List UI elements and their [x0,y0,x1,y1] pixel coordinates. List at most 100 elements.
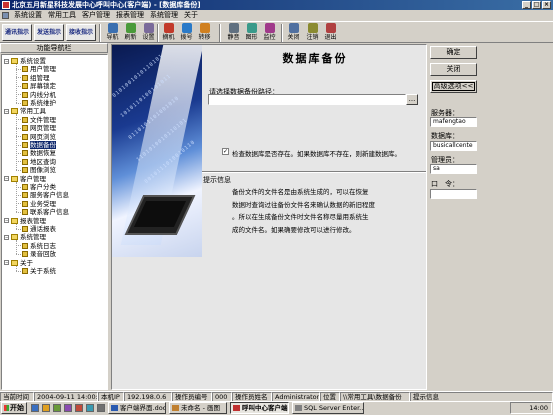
toolbar-button[interactable]: 监控 [261,23,278,43]
minimize-button[interactable]: _ [522,1,531,9]
tree-item[interactable]: 地区查询 [16,158,56,166]
toolbar-button[interactable]: 转移 [196,23,213,43]
mail-quicklaunch-icon[interactable] [64,404,72,412]
toolbar-button[interactable]: 注销 [304,23,321,43]
monitor-icon [264,23,275,33]
send-indicator-button[interactable]: 发送指示 [34,24,64,41]
tree-item[interactable]: 客户分类 [16,183,56,191]
toolbar-separator [99,24,101,42]
menu-report-management[interactable]: 报表管理 [113,10,147,20]
tree-item[interactable]: 系统日志 [16,242,56,250]
app-quicklaunch-icon[interactable] [86,404,94,412]
tree-item[interactable]: 数据备份 [16,141,56,149]
tree-item[interactable]: 关于系统 [16,267,56,275]
nav-tree[interactable]: − 系统设置 用户管理 组管理 屏幕锁定 内线分机 系统维护 − 常用工具 文件管理 网页管理 网页浏… [1,54,108,390]
tree-item[interactable]: 内线分机 [16,91,56,99]
tree-item[interactable]: 系统维护 [16,99,56,107]
tree-item[interactable]: 通话报表 [16,225,56,233]
expand-toggle-icon[interactable]: − [4,260,9,266]
toolbar-button[interactable]: 摘机 [160,23,177,43]
desktop-quicklaunch-icon[interactable] [31,404,39,412]
tree-group[interactable]: − 系统管理 [4,233,46,241]
database-input[interactable]: busicallcente [430,141,477,151]
taskbar-task-button[interactable]: 呼叫中心客户端 [230,402,289,414]
browser-quicklaunch-icon[interactable] [42,404,50,412]
start-button[interactable]: 开始 [1,402,27,414]
tree-connector [16,64,17,103]
toolbar-button-label: 静音 [227,34,240,41]
expand-toggle-icon[interactable]: − [4,176,9,182]
comm-indicator-button[interactable]: 通讯指示 [2,24,32,41]
expand-toggle-icon[interactable]: − [4,218,9,224]
advanced-options-button[interactable]: 高级选项<< [430,80,477,93]
tree-connector [16,265,17,271]
task-app-icon [233,405,240,411]
admin-input[interactable]: sa [430,164,477,174]
tree-node-label: 屏幕锁定 [30,82,56,91]
app-quicklaunch-icon[interactable] [75,404,83,412]
toolbar-button[interactable]: 关闭 [285,23,302,43]
check-database-label[interactable]: 检查数据库是否存在。如果数据库不存在，则新建数据库。 [232,148,401,158]
tree-group[interactable]: − 客户管理 [4,175,46,183]
expand-toggle-icon[interactable]: − [4,234,9,240]
taskbar-task-button[interactable]: 客户端界面.doc ... [108,402,166,414]
tree-item[interactable]: 网页管理 [16,124,56,132]
toolbar-button[interactable]: 导航 [104,23,121,43]
toolbar-button[interactable]: 刷新 [122,23,139,43]
toolbar-button[interactable]: 退出 [322,23,339,43]
tree-item[interactable]: 网页浏览 [16,133,56,141]
tree-node-label: 系统设置 [20,57,46,65]
toolbar-button[interactable]: 静音 [225,23,242,43]
tree-item[interactable]: 录音回放 [16,250,56,258]
close-button[interactable]: × [542,1,551,9]
app-quicklaunch-icon[interactable] [97,404,105,412]
tree-node-label: 用户管理 [30,65,56,74]
tree-item[interactable]: 图像浏览 [16,166,56,174]
ok-button[interactable]: 确定 [430,46,477,59]
tree-item[interactable]: 联系客户信息 [16,208,69,216]
page-title: 数据库备份 [282,52,348,65]
tree-item[interactable]: 用户管理 [16,65,56,73]
password-input[interactable] [430,189,477,199]
close-panel-button[interactable]: 关闭 [430,63,477,76]
receive-indicator-button[interactable]: 接收指示 [66,24,96,41]
menu-customer-management[interactable]: 客户管理 [79,10,113,20]
tree-item[interactable]: 文件管理 [16,116,56,124]
window-title-bar[interactable]: 北京五月新星科技发展中心呼叫中心(客户端) - [数据库备份] _ □ × [0,0,553,10]
logout-icon [307,23,318,33]
windows-logo-icon [4,405,9,411]
tree-item[interactable]: 屏幕锁定 [16,82,56,90]
tree-item[interactable]: 业务受理 [16,200,56,208]
tree-group[interactable]: − 常用工具 [4,107,46,115]
toolbar-button-label: 关闭 [287,34,300,41]
menu-system-management[interactable]: 系统管理 [147,10,181,20]
media-quicklaunch-icon[interactable] [53,404,61,412]
taskbar-task-button[interactable]: 未命名 - 画图 [169,402,227,414]
tree-group[interactable]: − 报表管理 [4,217,46,225]
status-bar: 当前时间 2004-09-11 14:00:54 本机IP 192.198.0.… [0,391,553,402]
expand-toggle-icon[interactable]: − [4,58,9,64]
check-database-checkbox[interactable]: ✓ [222,148,229,155]
expand-toggle-icon[interactable]: − [4,108,9,114]
toolbar-button[interactable]: 拨号 [178,23,195,43]
menu-common-tools[interactable]: 常用工具 [45,10,79,20]
mdi-child-icon[interactable] [2,11,9,19]
menu-system-settings[interactable]: 系统设置 [11,10,45,20]
close-icon [288,23,299,33]
tree-group[interactable]: − 系统设置 [4,57,46,65]
menu-about[interactable]: 关于 [181,10,201,20]
tree-item[interactable]: 服务客户信息 [16,191,69,199]
tree-item[interactable]: 组管理 [16,74,50,82]
tree-item[interactable]: 数据恢复 [16,149,56,157]
backup-path-input[interactable] [208,94,406,105]
browse-button[interactable]: ... [406,94,418,105]
tree-node-label: 关于系统 [30,267,56,275]
toolbar-button[interactable]: 设置 [140,23,157,43]
toolbar-button[interactable]: 图形 [243,23,260,43]
taskbar-task-button[interactable]: SQL Server Enter... [292,402,364,414]
tree-group[interactable]: − 关于 [4,259,33,267]
clock[interactable]: 14:00 [529,404,548,412]
task-label: SQL Server Enter... [304,404,364,412]
server-input[interactable]: mafengtao [430,117,477,127]
maximize-button[interactable]: □ [532,1,541,9]
